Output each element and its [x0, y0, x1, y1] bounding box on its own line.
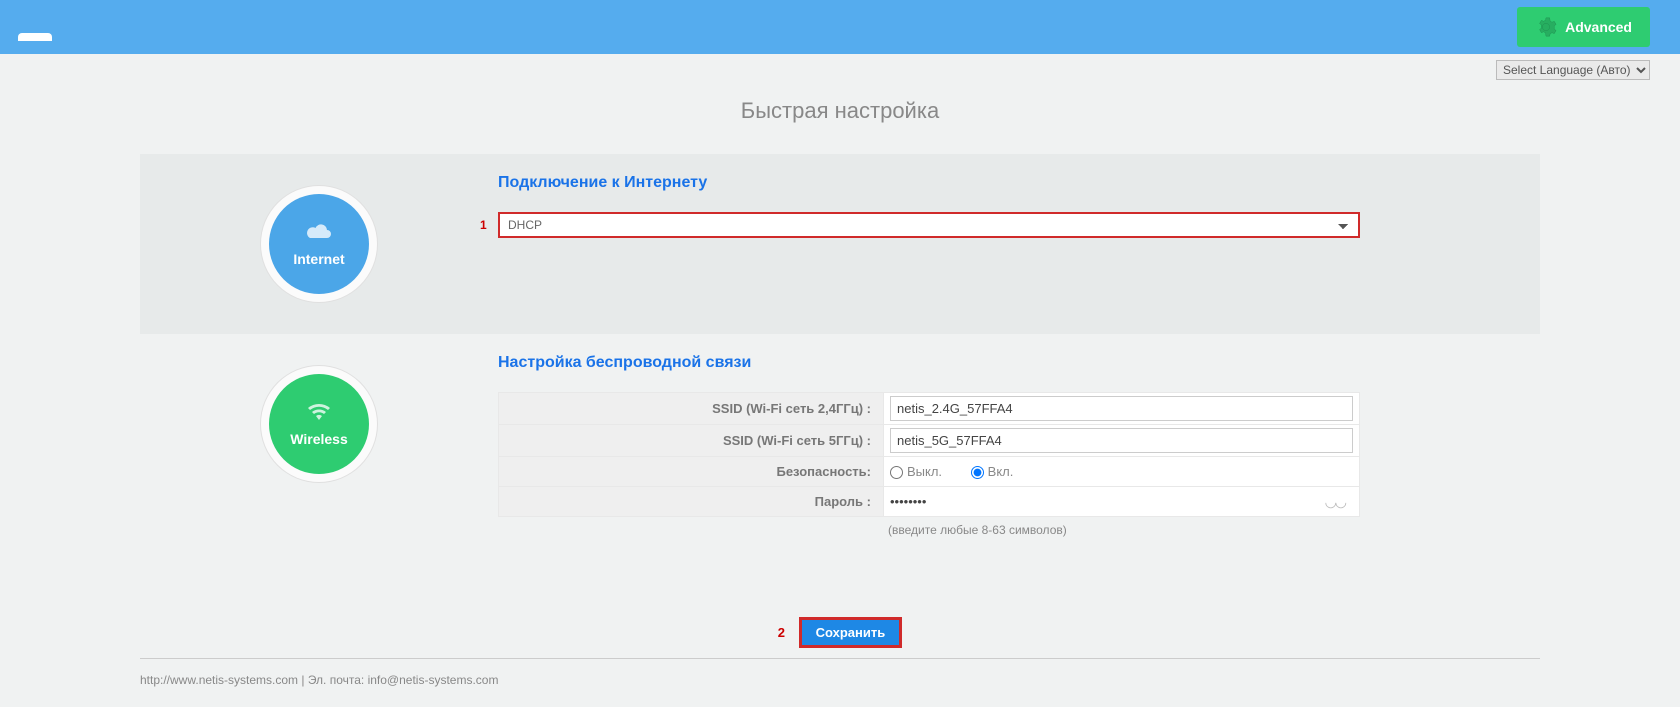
wireless-section-title: Настройка беспроводной связи — [498, 354, 1360, 372]
save-button[interactable]: Сохранить — [799, 617, 903, 648]
ssid24-label: SSID (Wi-Fi сеть 2,4ГГц) : — [499, 393, 884, 425]
security-label: Безопасность: — [499, 457, 884, 487]
password-label: Пароль : — [499, 487, 884, 517]
security-off-option[interactable]: Выкл. — [890, 464, 942, 479]
footer: http://www.netis-systems.com | Эл. почта… — [140, 658, 1540, 707]
save-row: 2 Сохранить — [0, 577, 1680, 658]
advanced-button[interactable]: Advanced — [1517, 7, 1650, 47]
security-off-radio[interactable] — [890, 466, 903, 479]
language-select[interactable]: Select Language (Авто) — [1496, 60, 1650, 80]
security-on-radio[interactable] — [971, 466, 984, 479]
header: Advanced — [0, 0, 1680, 54]
internet-circle-label: Internet — [293, 251, 344, 267]
internet-section: Internet Подключение к Интернету 1 DHCP — [140, 154, 1540, 334]
wireless-circle-label: Wireless — [290, 431, 347, 447]
wifi-icon — [305, 402, 333, 425]
wireless-section: Wireless Настройка беспроводной связи SS… — [140, 334, 1540, 577]
wireless-circle: Wireless — [269, 374, 369, 474]
ssid5-label: SSID (Wi-Fi сеть 5ГГц) : — [499, 425, 884, 457]
cloud-icon — [304, 222, 334, 245]
gear-icon — [1535, 16, 1557, 38]
security-on-option[interactable]: Вкл. — [971, 464, 1014, 479]
internet-circle: Internet — [269, 194, 369, 294]
advanced-label: Advanced — [1565, 19, 1632, 35]
ssid5-input[interactable] — [890, 428, 1353, 453]
ssid24-input[interactable] — [890, 396, 1353, 421]
wan-type-select[interactable]: DHCP — [498, 212, 1360, 238]
password-input[interactable] — [890, 492, 1353, 511]
annotation-marker-1: 1 — [480, 218, 487, 232]
page-title: Быстрая настройка — [0, 98, 1680, 124]
wireless-form: SSID (Wi-Fi сеть 2,4ГГц) : SSID (Wi-Fi с… — [498, 392, 1360, 517]
logo — [18, 11, 52, 43]
password-hint: (введите любые 8-63 символов) — [888, 523, 1360, 537]
eye-icon[interactable]: ◡◡ — [1325, 493, 1345, 510]
internet-section-title: Подключение к Интернету — [498, 174, 1360, 192]
language-row: Select Language (Авто) — [0, 54, 1680, 80]
annotation-marker-2: 2 — [778, 625, 785, 640]
